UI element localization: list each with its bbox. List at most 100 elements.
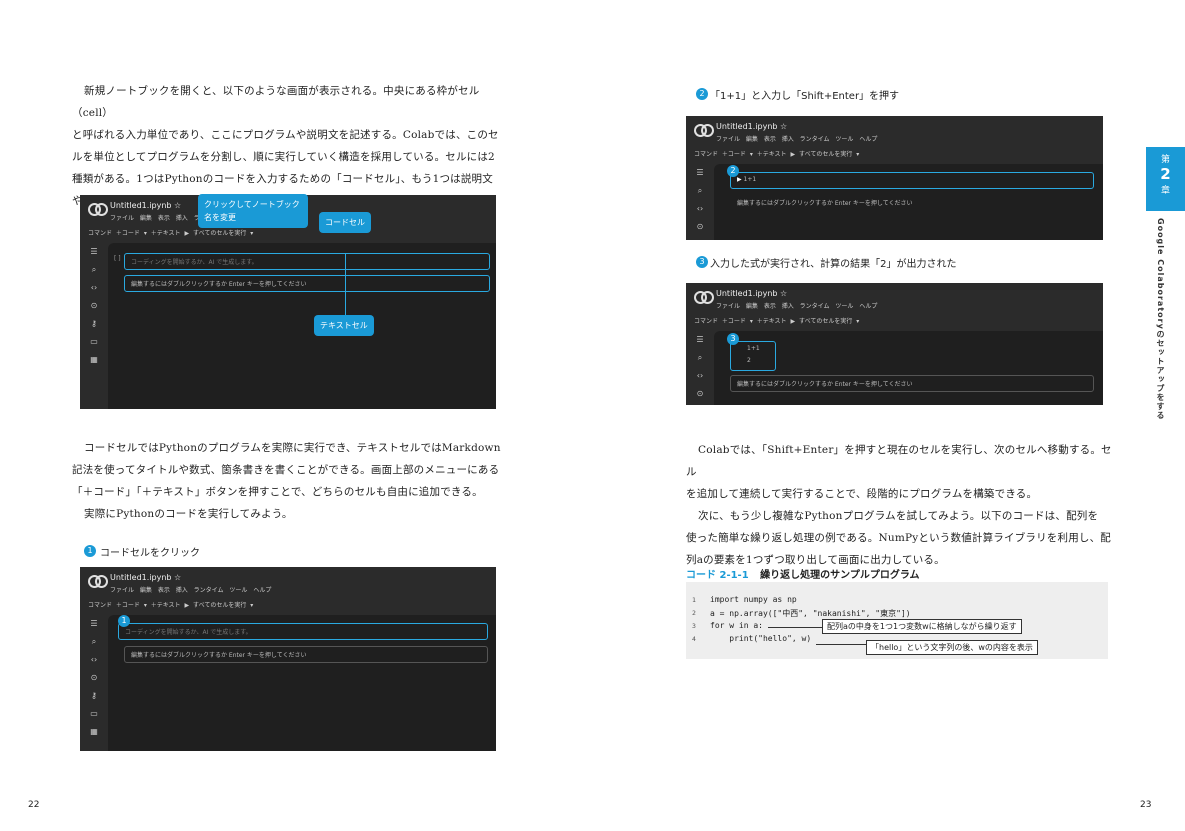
code-line: import numpy as np [710,595,797,604]
intro-line: 新規ノートブックを開くと、以下のような画面が表示される。中央にある枠がセル（ce… [72,85,480,119]
step-number-marker: 2 [727,165,739,177]
secrets-icon[interactable]: ⚷ [80,691,108,709]
menu-bar[interactable]: ファイル 編集 表示 挿入 ランタイム ツール ヘルプ [716,301,877,310]
run-button-icon[interactable]: ▶ [737,176,742,183]
variables-icon[interactable]: ⊙ [686,222,714,240]
page-number-left: 22 [28,800,40,810]
variables-icon[interactable]: ⊙ [80,301,108,319]
notebook-filename[interactable]: Untitled1.ipynb ☆ [110,573,181,582]
annotation-connector [816,644,866,645]
line-number: 3 [692,622,696,630]
intro-line: 種類がある。1つはPythonのコードを入力するための「コードセル」、もう1つは… [72,173,493,185]
notebook-filename[interactable]: Untitled1.ipynb ☆ [716,122,787,131]
toolbar[interactable]: コマンド ＋コード ▾ ＋テキスト ▶ すべてのセルを実行 ▾ [88,228,253,237]
body-line: 次に、もう少し複雑なPythonプログラムを試してみよう。以下のコードは、配列を [698,510,1099,522]
code-annotation: 配列aの中身を1つ1つ変数wに格納しながら繰り返す [822,619,1022,634]
toc-icon[interactable]: ☰ [686,168,714,186]
colab-header: Untitled1.ipynb ☆ ファイル 編集 表示 挿入 ランタイム ツー… [686,116,1103,166]
notebook-area: 1+1 2 編集するにはダブルクリックするか Enter キーを押してください [714,331,1103,405]
sidebar: ☰ ⌕ ‹› ⊙ [686,335,714,405]
notebook-area: ▶ 1+1 編集するにはダブルクリックするか Enter キーを押してください [714,164,1103,240]
body-line: Colabでは、「Shift+Enter」を押すと現在のセルを実行し、次のセルへ… [686,444,1112,478]
colab-screenshot-click: Untitled1.ipynb ☆ ファイル 編集 表示 挿入 ランタイム ツー… [80,567,496,751]
code-line: a = np.array(["中西", "nakanishi", "東京"]) [710,609,911,618]
code-input: 1+1 [747,345,760,352]
notebook-area: コーディングを開始するか、AI で生成します。 編集するにはダブルクリックするか… [108,615,496,751]
intro-line: と呼ばれる入力単位であり、ここにプログラムや説明文を記述する。Colabでは、こ… [72,129,499,141]
folder-icon[interactable]: ▭ [80,337,108,355]
line-number: 2 [692,609,696,617]
body-line: 使った簡単な繰り返し処理の例である。NumPyという数値計算ライブラリを利用し、… [686,532,1111,544]
text-cell[interactable]: 編集するにはダブルクリックするか Enter キーを押してください [730,375,1094,392]
code-snippet-icon[interactable]: ‹› [686,371,714,389]
toolbar[interactable]: コマンド ＋コード ▾ ＋テキスト ▶ すべてのセルを実行 ▾ [694,149,859,158]
text-cell[interactable]: 編集するにはダブルクリックするか Enter キーを押してください [730,194,1094,211]
notebook-filename[interactable]: Untitled1.ipynb ☆ [716,289,787,298]
code-line: for w in a: [710,621,763,630]
find-icon[interactable]: ⌕ [686,186,714,204]
line-number: 4 [692,635,696,643]
toc-icon[interactable]: ☰ [80,619,108,637]
chapter-number: 2 [1160,165,1171,183]
folder-icon[interactable]: ▭ [80,709,108,727]
notebook-area: [ ] コーディングを開始するか、AI で生成します。 編集するにはダブルクリッ… [108,243,496,409]
code-cell[interactable]: ▶ 1+1 [730,172,1094,189]
body-paragraph-right: Colabでは、「Shift+Enter」を押すと現在のセルを実行し、次のセルへ… [686,439,1116,571]
notebook-filename[interactable]: Untitled1.ipynb ☆ [110,201,181,210]
find-icon[interactable]: ⌕ [80,637,108,655]
step-caption: 「1+1」と入力し「Shift+Enter」を押す [710,91,900,102]
body-line: 実際にPythonのコードを実行してみよう。 [84,508,293,520]
executed-cell[interactable]: 1+1 2 [730,341,776,371]
page-number-right: 23 [1140,800,1152,810]
code-caption-title: 繰り返し処理のサンプルプログラム [760,570,920,581]
cell-bracket: [ ] [114,255,121,262]
terminal-icon[interactable]: ▦ [80,355,108,373]
code-snippet-icon[interactable]: ‹› [80,655,108,673]
toolbar[interactable]: コマンド ＋コード ▾ ＋テキスト ▶ すべてのセルを実行 ▾ [694,316,859,325]
code-cell[interactable]: コーディングを開始するか、AI で生成します。 [124,253,490,270]
callout-code-cell: コードセル [319,212,371,233]
code-snippet-icon[interactable]: ‹› [80,283,108,301]
callout-line-text [345,293,346,315]
colab-screenshot-output: Untitled1.ipynb ☆ ファイル 編集 表示 挿入 ランタイム ツー… [686,283,1103,405]
chapter-label: 章 [1160,186,1170,196]
step-number: 2 [696,88,708,100]
code-snippet-icon[interactable]: ‹› [686,204,714,222]
chapter-tab: 第 2 章 [1146,147,1185,211]
terminal-icon[interactable]: ▦ [80,727,108,745]
colab-logo-icon [88,575,108,588]
colab-screenshot-input: Untitled1.ipynb ☆ ファイル 編集 表示 挿入 ランタイム ツー… [686,116,1103,240]
find-icon[interactable]: ⌕ [80,265,108,283]
text-cell[interactable]: 編集するにはダブルクリックするか Enter キーを押してください [124,275,490,292]
body-line: 「＋コード」「＋テキスト」ボタンを押すことで、どちらのセルも自由に追加できる。 [72,486,483,498]
secrets-icon[interactable]: ⚷ [80,319,108,337]
code-caption-number: コード 2-1-1 [686,570,749,581]
annotation-connector [768,627,822,628]
toc-icon[interactable]: ☰ [80,247,108,265]
menu-bar[interactable]: ファイル 編集 表示 挿入 ランタイム ツール ヘルプ [716,134,877,143]
colab-logo-icon [694,291,714,304]
callout-text-cell: テキストセル [314,315,374,336]
callout-rename: クリックしてノートブック 名を変更 [198,194,308,228]
code-cell[interactable]: コーディングを開始するか、AI で生成します。 [118,623,488,640]
variables-icon[interactable]: ⊙ [686,389,714,405]
colab-logo-icon [694,124,714,137]
find-icon[interactable]: ⌕ [686,353,714,371]
variables-icon[interactable]: ⊙ [80,673,108,691]
body-line: を追加して連続して実行することで、段階的にプログラムを構築できる。 [686,488,1038,500]
body-paragraph-left: コードセルではPythonのプログラムを実際に実行でき、テキストセルではMark… [72,437,502,525]
text-cell[interactable]: 編集するにはダブルクリックするか Enter キーを押してください [124,646,488,663]
colab-header: Untitled1.ipynb ☆ ファイル 編集 表示 挿入 ランタイム ツー… [80,567,496,617]
toolbar[interactable]: コマンド ＋コード ▾ ＋テキスト ▶ すべてのセルを実行 ▾ [88,600,253,609]
menu-bar[interactable]: ファイル 編集 表示 挿入 ランタイム ツール ヘルプ [110,585,271,594]
code-input: 1+1 [743,176,757,183]
intro-line: ルを単位としてプログラムを分割し、順に実行していく構造を採用している。セルには2 [72,151,495,163]
colab-logo-icon [88,203,108,216]
colab-header: Untitled1.ipynb ☆ ファイル 編集 表示 挿入 ランタイム ツー… [686,283,1103,333]
toc-icon[interactable]: ☰ [686,335,714,353]
code-line: print("hello", w) [710,634,812,643]
sidebar: ☰ ⌕ ‹› ⊙ [686,168,714,240]
cell-output: 2 [747,357,751,364]
step-caption: コードセルをクリック [100,548,200,559]
body-line: コードセルではPythonのプログラムを実際に実行でき、テキストセルではMark… [84,442,501,454]
